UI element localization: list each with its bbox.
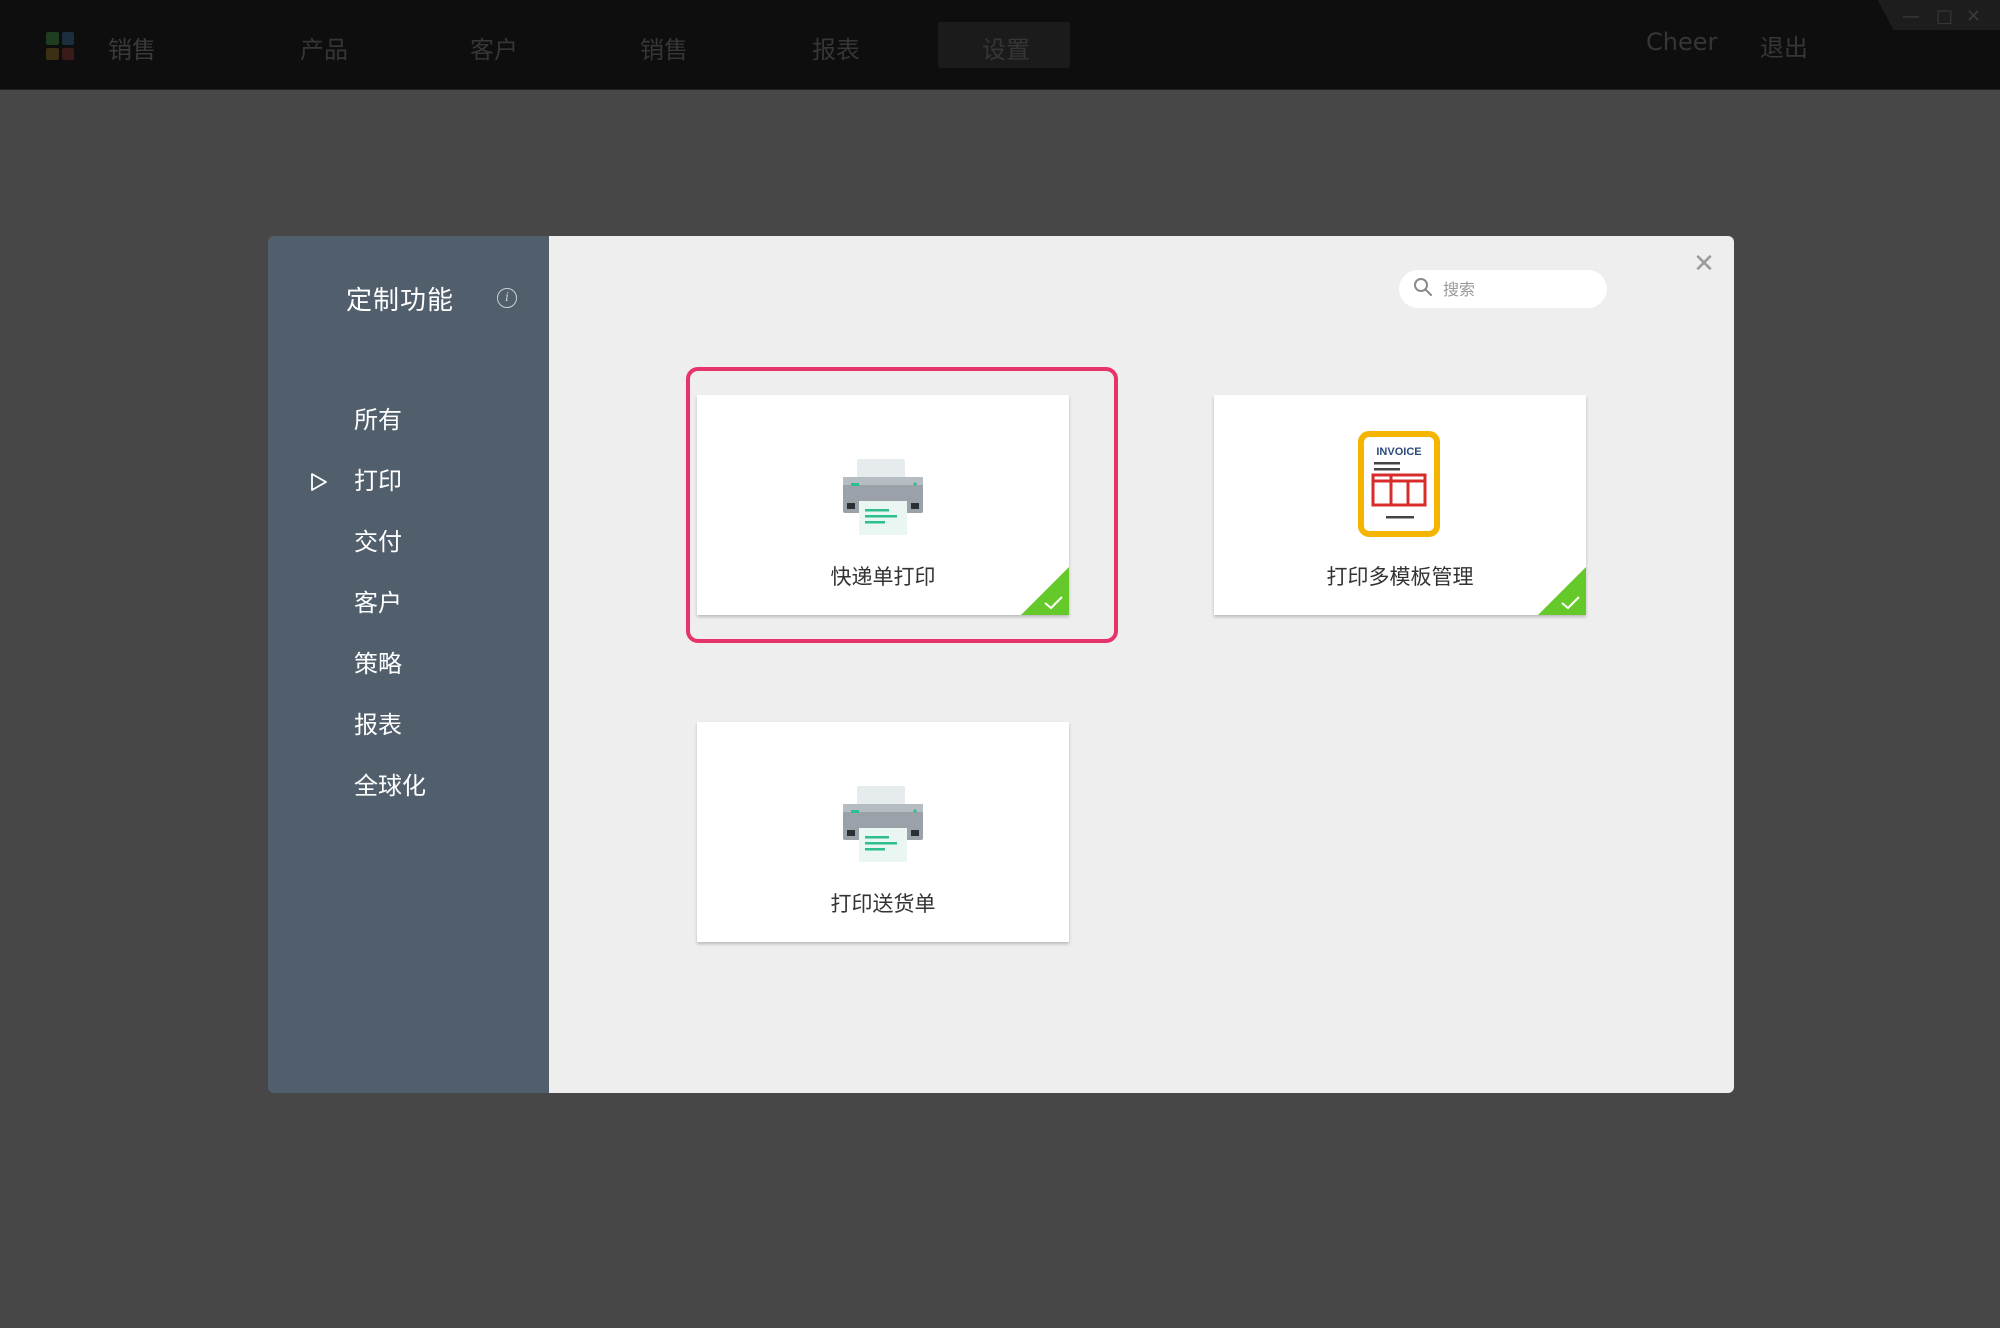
search-box[interactable]: [1399, 270, 1607, 308]
installed-check-icon: [1021, 567, 1069, 615]
category-label: 所有: [354, 406, 402, 434]
app-top-bar: 销售 产品 客户 销售 报表 设置 Cheer 退出 — □ ✕: [0, 0, 2000, 90]
nav-item-reports[interactable]: 报表: [812, 30, 860, 65]
card-label: 打印多模板管理: [1326, 565, 1474, 589]
app-logo-icon: [46, 32, 74, 60]
category-globalization[interactable]: 全球化: [268, 756, 549, 817]
category-label: 策略: [354, 650, 402, 678]
minimize-icon[interactable]: —: [1902, 6, 1920, 27]
category-label: 全球化: [354, 772, 426, 800]
category-list: 所有 打印 交付 客户 策略 报表 全球化: [268, 390, 549, 817]
category-label: 客户: [354, 589, 402, 617]
category-customer[interactable]: 客户: [268, 573, 549, 634]
close-icon[interactable]: ✕: [1690, 250, 1718, 278]
maximize-icon[interactable]: □: [1936, 6, 1953, 27]
logout-link[interactable]: 退出: [1760, 28, 1808, 63]
category-label: 报表: [354, 711, 402, 739]
dialog-title: 定制功能: [346, 286, 455, 316]
printer-icon: [841, 455, 925, 539]
play-arrow-icon: [310, 451, 330, 512]
search-icon: [1413, 277, 1433, 301]
window-close-icon[interactable]: ✕: [1966, 6, 1981, 27]
invoice-icon-text: INVOICE: [1376, 446, 1421, 458]
nav-item-sales[interactable]: 销售: [640, 30, 688, 65]
info-icon[interactable]: i: [497, 288, 517, 308]
app-name: 销售: [108, 36, 156, 64]
category-strategy[interactable]: 策略: [268, 634, 549, 695]
nav-item-settings[interactable]: 设置: [982, 30, 1030, 65]
feature-card-delivery-note-print[interactable]: 打印送货单: [697, 722, 1069, 942]
category-delivery[interactable]: 交付: [268, 512, 549, 573]
category-print[interactable]: 打印: [268, 451, 549, 512]
installed-check-icon: [1538, 567, 1586, 615]
printer-icon: [841, 782, 925, 866]
nav-item-customers[interactable]: 客户: [470, 30, 518, 65]
category-reports[interactable]: 报表: [268, 695, 549, 756]
card-label: 快递单打印: [830, 565, 936, 589]
customize-features-dialog: 定制功能 i 所有 打印 交付 客户 策略 报表 全球化 ✕ 搜索 快递单打印 …: [268, 236, 1734, 1093]
category-label: 交付: [354, 528, 402, 556]
feature-card-express-print[interactable]: 快递单打印: [697, 395, 1069, 615]
category-all[interactable]: 所有: [268, 390, 549, 451]
nav-item-products[interactable]: 产品: [300, 30, 348, 65]
search-input[interactable]: [1443, 279, 1593, 299]
feature-card-multi-template[interactable]: INVOICE 打印多模板管理: [1214, 395, 1586, 615]
user-name[interactable]: Cheer: [1646, 28, 1717, 56]
category-sidebar: 定制功能 i 所有 打印 交付 客户 策略 报表 全球化: [268, 236, 549, 1093]
feature-grid: ✕ 搜索 快递单打印 INVOICE 打印多模板管理 打印送货单: [549, 236, 1734, 1093]
category-label: 打印: [354, 467, 402, 495]
invoice-icon: INVOICE: [1358, 431, 1442, 541]
card-label: 打印送货单: [830, 892, 936, 916]
